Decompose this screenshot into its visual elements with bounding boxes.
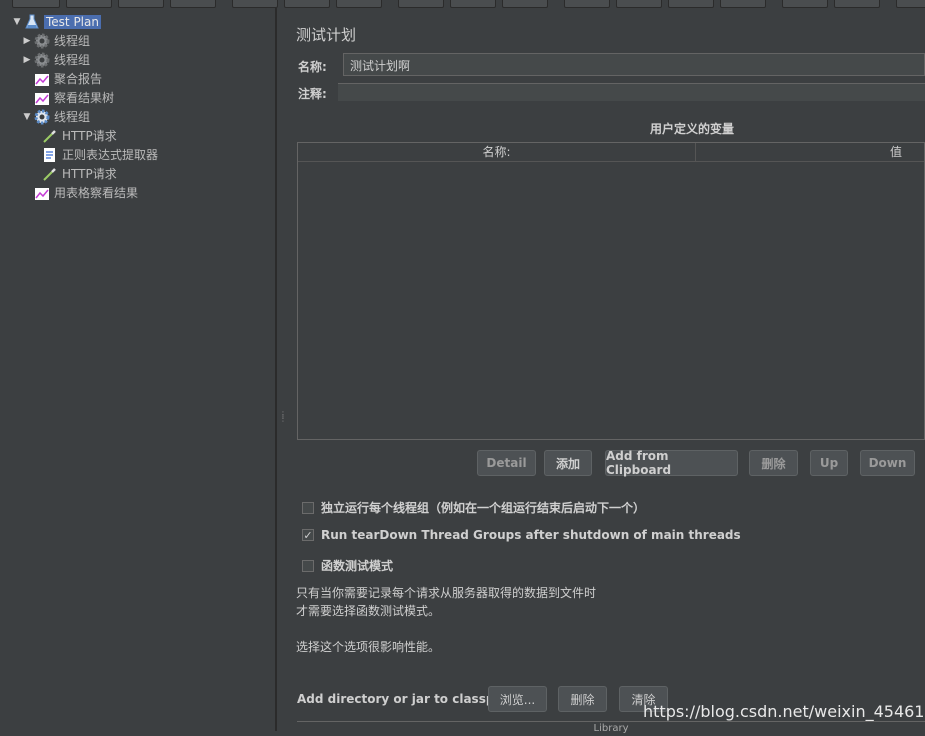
toolbar-button[interactable]: [398, 0, 444, 8]
toolbar-button[interactable]: [896, 0, 925, 8]
column-header-value[interactable]: 值: [696, 143, 924, 161]
tree-item-test-plan[interactable]: ▼ Test Plan: [12, 12, 101, 31]
add-from-clipboard-button[interactable]: Add from Clipboard: [605, 449, 738, 477]
detail-button[interactable]: Detail: [477, 450, 536, 476]
teardown-checkbox[interactable]: ✓: [302, 528, 314, 542]
toolbar-button[interactable]: [502, 0, 548, 8]
watermark: https://blog.csdn.net/weixin_45461910: [643, 702, 925, 721]
tree-item-thread-group-expanded[interactable]: ▼ 线程组: [22, 107, 90, 126]
tree-item-regex-extractor[interactable]: 正则表达式提取器: [42, 145, 158, 164]
tree-item-label: 正则表达式提取器: [62, 148, 159, 162]
toolbar-button[interactable]: [720, 0, 766, 8]
toolbar-button[interactable]: [170, 0, 216, 8]
test-plan-tree[interactable]: ▼ Test Plan ▶ 线程组 ▶ 线程组 聚合报告 察看结果树 ▼ 线程组…: [8, 8, 276, 731]
tree-item-http-request[interactable]: HTTP请求: [42, 126, 117, 145]
functional-note-line2: 才需要选择函数测试模式。: [296, 604, 441, 618]
report-chart-icon: [34, 185, 50, 201]
window-edge: [0, 8, 8, 731]
comment-field[interactable]: [338, 83, 925, 101]
functional-test-mode-option[interactable]: 函数测试模式: [302, 557, 393, 574]
tree-item-label: 聚合报告: [54, 72, 103, 86]
add-button[interactable]: 添加: [544, 450, 592, 476]
flask-icon: [24, 14, 40, 30]
tree-item-label: 线程组: [54, 53, 91, 67]
checkmark-icon: ✓: [303, 528, 313, 542]
report-chart-icon: [34, 71, 50, 87]
tree-item-label: 用表格察看结果: [54, 186, 139, 200]
down-button[interactable]: Down: [860, 450, 915, 476]
toolbar-button[interactable]: [834, 0, 880, 8]
toolbar-button[interactable]: [12, 0, 60, 8]
tree-item-label: HTTP请求: [62, 129, 117, 143]
toolbar-button[interactable]: [118, 0, 164, 8]
tree-item-thread-group[interactable]: ▶ 线程组: [22, 50, 90, 69]
collapse-icon[interactable]: ▼: [22, 112, 32, 122]
tree-item-view-results-tree[interactable]: 察看结果树: [34, 88, 114, 107]
tree-item-label: 线程组: [54, 34, 91, 48]
browse-button[interactable]: 浏览...: [488, 686, 547, 712]
expand-icon[interactable]: ▶: [22, 55, 32, 65]
library-column-header[interactable]: Library: [297, 721, 925, 736]
toolbar-button[interactable]: [66, 0, 112, 8]
expand-icon[interactable]: ▶: [22, 36, 32, 46]
tree-item-http-request[interactable]: HTTP请求: [42, 164, 117, 183]
toolbar-button[interactable]: [336, 0, 382, 8]
table-header: 名称: 值: [298, 143, 924, 162]
tree-item-label: HTTP请求: [62, 167, 117, 181]
toolbar-button[interactable]: [668, 0, 714, 8]
toolbar-button[interactable]: [450, 0, 496, 8]
pipette-icon: [42, 166, 58, 182]
independent-label: 独立运行每个线程组（例如在一个组运行结束后启动下一个）: [321, 501, 646, 515]
delete-button[interactable]: 删除: [749, 450, 798, 476]
performance-note: 选择这个选项很影响性能。: [296, 640, 441, 654]
toolbar-button[interactable]: [232, 0, 278, 8]
toolbar-button[interactable]: [564, 0, 610, 8]
tree-item-view-results-table[interactable]: 用表格察看结果: [34, 183, 138, 202]
classpath-delete-button[interactable]: 删除: [558, 686, 607, 712]
classpath-label: Add directory or jar to classpath: [297, 692, 517, 706]
test-plan-panel: 测试计划 名称: 测试计划啊 注释: 用户定义的变量 名称: 值 Detail …: [286, 8, 925, 734]
gear-icon: [34, 109, 50, 125]
teardown-option[interactable]: ✓ Run tearDown Thread Groups after shutd…: [302, 528, 741, 542]
toolbar: [0, 0, 925, 8]
functional-label: 函数测试模式: [321, 559, 394, 573]
tree-item-aggregate-report[interactable]: 聚合报告: [34, 69, 102, 88]
functional-checkbox[interactable]: [302, 559, 314, 572]
name-label: 名称:: [298, 60, 327, 74]
user-variables-table[interactable]: 名称: 值: [297, 142, 925, 440]
tree-item-label: 察看结果树: [54, 91, 115, 105]
gear-icon: [34, 33, 50, 49]
user-variables-title: 用户定义的变量: [650, 122, 735, 136]
up-button[interactable]: Up: [810, 450, 848, 476]
pipette-icon: [42, 128, 58, 144]
tree-item-thread-group[interactable]: ▶ 线程组: [22, 31, 90, 50]
tree-item-label: Test Plan: [44, 14, 101, 29]
column-header-name[interactable]: 名称:: [298, 143, 696, 161]
independent-thread-groups-option[interactable]: 独立运行每个线程组（例如在一个组运行结束后启动下一个）: [302, 499, 645, 516]
name-field[interactable]: 测试计划啊: [343, 53, 925, 76]
extractor-doc-icon: [42, 147, 58, 163]
page-title: 测试计划: [296, 26, 357, 44]
functional-note-line1: 只有当你需要记录每个请求从服务器取得的数据到文件时: [296, 586, 597, 600]
teardown-label: Run tearDown Thread Groups after shutdow…: [321, 528, 741, 542]
report-chart-icon: [34, 90, 50, 106]
toolbar-button[interactable]: [616, 0, 662, 8]
gear-icon: [34, 52, 50, 68]
toolbar-button[interactable]: [782, 0, 828, 8]
tree-item-label: 线程组: [54, 110, 91, 124]
collapse-icon[interactable]: ▼: [12, 17, 22, 27]
toolbar-button[interactable]: [284, 0, 330, 8]
independent-checkbox[interactable]: [302, 501, 314, 514]
comment-label: 注释:: [298, 87, 327, 101]
